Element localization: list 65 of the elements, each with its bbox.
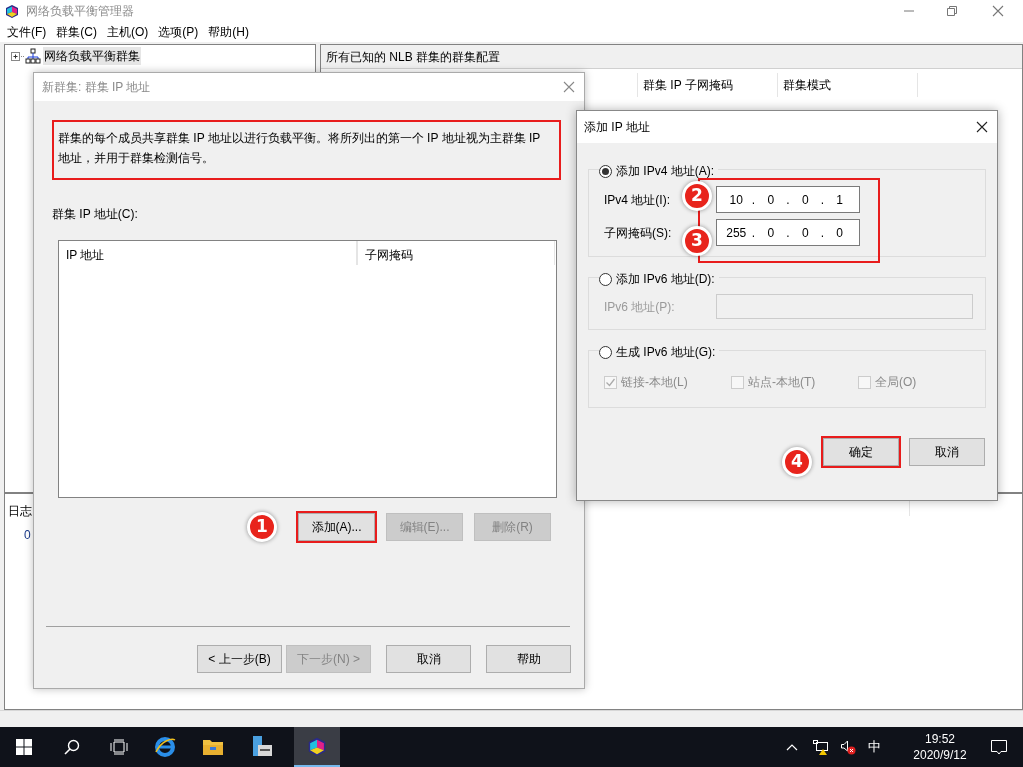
dot-separator: . — [786, 224, 790, 242]
close-icon[interactable] — [976, 121, 988, 133]
browser-e-icon[interactable] — [154, 736, 176, 758]
search-icon[interactable] — [64, 739, 80, 755]
dot-separator: . — [786, 191, 790, 209]
window-title: 网络负载平衡管理器 — [26, 3, 134, 20]
pane-header: 所有已知的 NLB 群集的群集配置 — [326, 48, 500, 66]
muted-speaker-icon[interactable] — [840, 739, 856, 755]
field-label: IPv6 地址(P): — [604, 298, 675, 316]
log-entry-text: 0 — [24, 527, 31, 544]
wizard-button[interactable]: 取消 — [386, 645, 471, 673]
menu-item[interactable]: 主机(O) — [102, 23, 154, 41]
clock[interactable]: 19:52 2020/9/12 — [905, 731, 975, 763]
dialog-button[interactable]: 取消 — [909, 438, 985, 466]
dot-separator: . — [820, 224, 825, 242]
list-label: 群集 IP 地址(C): — [52, 206, 139, 223]
menu-item[interactable]: 文件(F) — [2, 23, 52, 41]
network-warning-icon[interactable] — [812, 739, 829, 755]
dot-separator: . — [820, 191, 825, 209]
menu-item[interactable]: 帮助(H) — [203, 23, 254, 41]
input-method-indicator[interactable]: 中 — [868, 737, 881, 757]
network-tree-icon — [25, 48, 41, 64]
restore-icon[interactable] — [947, 6, 957, 16]
notification-icon[interactable] — [991, 739, 1007, 755]
dialog-title: 新群集: 群集 IP 地址 — [42, 79, 151, 96]
expand-toggle-icon[interactable] — [11, 51, 25, 61]
octet-text: 0 — [766, 191, 776, 209]
octet-text: 0 — [800, 191, 810, 209]
wizard-button[interactable]: < 上一步(B) — [197, 645, 282, 673]
radio-button[interactable] — [599, 272, 612, 286]
clock-date: 2020/9/12 — [913, 747, 967, 763]
octet-text: 255 — [725, 224, 748, 242]
field-label: IPv4 地址(I): — [604, 191, 670, 209]
octet-text: 1 — [835, 191, 845, 209]
dialog-title: 添加 IP 地址 — [584, 119, 650, 136]
app-cube-icon — [4, 3, 20, 19]
dot-separator: . — [751, 224, 756, 242]
windows-start-icon[interactable] — [16, 739, 32, 755]
menu-item[interactable]: 群集(C) — [51, 23, 102, 41]
radio-button[interactable] — [599, 345, 612, 359]
task-view-icon[interactable] — [110, 739, 128, 755]
wizard-button[interactable]: 帮助 — [486, 645, 571, 673]
app-cube-icon — [306, 735, 328, 757]
tree-item[interactable]: 网络负载平衡群集 — [43, 47, 141, 65]
octet-text: 10 — [728, 191, 744, 209]
chevron-up-icon[interactable] — [786, 743, 798, 751]
dialog-button[interactable]: 确定 — [823, 438, 899, 466]
dot-separator: . — [751, 191, 756, 209]
radio-button[interactable] — [599, 164, 612, 178]
clock-time: 19:52 — [925, 731, 955, 747]
column-header[interactable]: 群集 IP 子网掩码 — [637, 73, 777, 97]
description-text: 群集的每个成员共享群集 IP 地址以进行负载平衡。将所列出的第一个 IP 地址视为主群集 IP 地址，并用于群集检测信号。 — [52, 120, 561, 180]
menu-item[interactable]: 选项(P) — [153, 23, 204, 41]
octet-text: 0 — [766, 224, 776, 242]
server-icon[interactable] — [250, 735, 274, 759]
column-header[interactable]: IP 地址 — [59, 241, 357, 265]
folder-icon[interactable] — [202, 737, 224, 757]
field-label: 子网掩码(S): — [604, 224, 672, 242]
active-app-tile[interactable] — [294, 727, 340, 767]
list-action-button[interactable]: 添加(A)... — [298, 513, 375, 541]
octet-text: 0 — [800, 224, 810, 242]
column-header[interactable]: 子网掩码 — [357, 241, 555, 265]
octet-text: 0 — [835, 224, 845, 242]
ip-address-field[interactable]: 10 . 0 . 0 . 1 — [716, 186, 860, 213]
ip-address-field[interactable]: 255 . 0 . 0 . 0 — [716, 219, 860, 246]
